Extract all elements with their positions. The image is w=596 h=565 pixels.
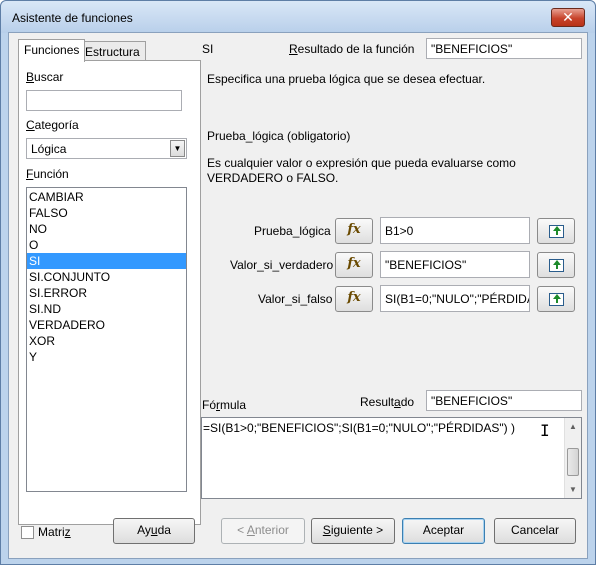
function-label: Función	[26, 167, 69, 181]
fx-icon: fx	[347, 222, 361, 237]
title-bar[interactable]: Asistente de funciones ✕	[1, 1, 595, 33]
list-item[interactable]: SI.ERROR	[27, 285, 186, 301]
list-item-selected[interactable]: SI	[27, 253, 186, 269]
arg-input-valor-si-falso[interactable]: SI(B1=0;"NULO";"PÉRDIDAS")	[380, 285, 530, 312]
tab-funciones[interactable]: Funciones	[18, 39, 86, 62]
list-item[interactable]: XOR	[27, 333, 186, 349]
cancel-button[interactable]: Cancelar	[494, 518, 576, 544]
tab-estructura[interactable]: Estructura	[79, 41, 146, 61]
result-label: Resultado	[360, 395, 415, 409]
arg-input-prueba-logica[interactable]: B1>0	[380, 217, 530, 244]
fx-icon: fx	[347, 290, 361, 305]
scroll-down-icon[interactable]: ▼	[565, 481, 581, 498]
shrink-button-valor-si-falso[interactable]	[537, 286, 575, 312]
array-checkbox[interactable]	[21, 526, 34, 539]
tab-estructura-label: Estructura	[85, 45, 140, 59]
category-select[interactable]: Lógica ▼	[26, 138, 187, 159]
fx-button-prueba-logica[interactable]: fx	[335, 218, 373, 244]
scroll-up-icon[interactable]: ▲	[565, 418, 581, 435]
scroll-thumb[interactable]	[567, 448, 579, 476]
text-cursor-icon: I	[540, 421, 550, 440]
list-item[interactable]: NO	[27, 221, 186, 237]
function-list[interactable]: CAMBIAR FALSO NO O SI SI.CONJUNTO SI.ERR…	[26, 187, 187, 492]
shrink-button-valor-si-verdadero[interactable]	[537, 252, 575, 278]
tab-funciones-label: Funciones	[24, 43, 80, 57]
category-value: Lógica	[31, 142, 67, 156]
function-result-label: Resultado de la función	[289, 42, 415, 56]
result-value: "BENEFICIOS"	[426, 390, 582, 411]
arg-label-valor-si-falso: Valor_si_falso	[258, 292, 333, 306]
arg-input-valor-si-verdadero[interactable]: "BENEFICIOS"	[380, 251, 530, 278]
list-item[interactable]: SI.CONJUNTO	[27, 269, 186, 285]
formula-text[interactable]: =SI(B1>0;"BENEFICIOS";SI(B1=0;"NULO";"PÉ…	[203, 421, 515, 435]
list-item[interactable]: Y	[27, 349, 186, 365]
shrink-button-prueba-logica[interactable]	[537, 218, 575, 244]
array-label: Matriz	[38, 525, 71, 539]
fx-button-valor-si-falso[interactable]: fx	[335, 286, 373, 312]
function-name: SI	[202, 42, 214, 56]
dialog-client: Funciones Estructura Buscar Categoría Ló…	[8, 32, 588, 559]
list-item[interactable]: CAMBIAR	[27, 189, 186, 205]
close-button[interactable]: ✕	[551, 8, 585, 27]
formula-scrollbar[interactable]: ▲ ▼	[564, 418, 581, 498]
search-input[interactable]	[26, 90, 182, 111]
close-icon: ✕	[562, 9, 574, 25]
argument-title: Prueba_lógica (obligatorio)	[207, 129, 351, 143]
fx-button-valor-si-verdadero[interactable]: fx	[335, 252, 373, 278]
arg-label-prueba-logica: Prueba_lógica	[254, 224, 331, 238]
next-button[interactable]: Siguiente >	[311, 518, 395, 544]
list-item[interactable]: FALSO	[27, 205, 186, 221]
formula-label: Fórmula	[202, 398, 247, 412]
fx-icon: fx	[347, 256, 361, 271]
argument-description-line2: VERDADERO o FALSO.	[207, 171, 339, 185]
function-description: Especifica una prueba lógica que se dese…	[207, 72, 486, 86]
list-item[interactable]: SI.ND	[27, 301, 186, 317]
argument-description-line1: Es cualquier valor o expresión que pueda…	[207, 156, 516, 170]
window-title: Asistente de funciones	[12, 11, 133, 25]
list-item[interactable]: O	[27, 237, 186, 253]
search-label: Buscar	[26, 70, 64, 84]
functions-tab-panel: Buscar Categoría Lógica ▼ Función CAMBIA…	[18, 60, 201, 525]
category-label: Categoría	[26, 118, 79, 132]
back-button[interactable]: < Anterior	[221, 518, 305, 544]
chevron-down-icon[interactable]: ▼	[170, 140, 185, 157]
accept-button[interactable]: Aceptar	[402, 518, 485, 544]
help-button[interactable]: Ayuda	[113, 518, 195, 544]
list-item[interactable]: VERDADERO	[27, 317, 186, 333]
function-wizard-window: Asistente de funciones ✕ Funciones Estru…	[0, 0, 596, 565]
function-result-value: "BENEFICIOS"	[426, 38, 582, 59]
arg-label-valor-si-verdadero: Valor_si_verdadero	[230, 258, 334, 272]
formula-editor[interactable]: =SI(B1>0;"BENEFICIOS";SI(B1=0;"NULO";"PÉ…	[201, 417, 582, 499]
